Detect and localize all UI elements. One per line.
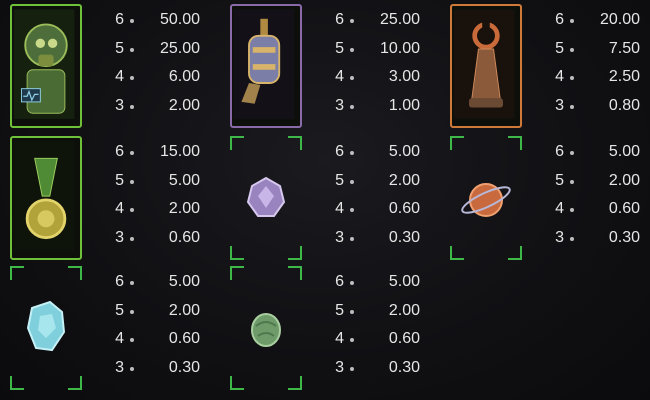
- copper-tower-pays: 6 20.00 5 7.50 4 2.50 3 0.80: [550, 6, 650, 120]
- pay-row: 5 10.00: [335, 39, 420, 57]
- robot-diver-pays: 6 50.00 5 25.00 4 6.00 3 2.00: [110, 6, 220, 120]
- lantern-device-pays: 6 25.00 5 10.00 4 3.00 3 1.00: [330, 6, 440, 120]
- green-rock-pays: 6 5.00 5 2.00 4 0.60 3 0.30: [330, 268, 440, 382]
- orange-planet-pays: 6 5.00 5 2.00 4 0.60 3 0.30: [550, 138, 650, 252]
- lantern-device-symbol-icon: [230, 4, 302, 128]
- paytable-entry-green-rock: 6 5.00 5 2.00 4 0.60 3 0.30: [220, 262, 440, 392]
- pay-row: 3 2.00: [115, 96, 200, 114]
- pay-row: 6 5.00: [335, 273, 420, 290]
- pay-row: 3 0.30: [555, 228, 640, 246]
- copper-tower-symbol-icon: [450, 4, 522, 128]
- green-medal-pays: 6 15.00 5 5.00 4 2.00 3 0.60: [110, 138, 220, 252]
- pay-row: 5 2.00: [335, 171, 420, 189]
- pay-row: 6 5.00: [335, 143, 420, 160]
- pay-row: 5 2.00: [555, 171, 640, 189]
- purple-crystal-symbol-icon: [230, 136, 302, 260]
- pay-row: 5 2.00: [335, 301, 420, 319]
- paytable-entry-purple-crystal: 6 5.00 5 2.00 4 0.60 3 0.30: [220, 132, 440, 262]
- pay-row: 3 1.00: [335, 96, 420, 114]
- green-medal-symbol-icon: [10, 136, 82, 260]
- pay-row: 6 15.00: [115, 143, 200, 160]
- pay-row: 4 0.60: [335, 330, 420, 347]
- pay-row: 4 6.00: [115, 68, 200, 85]
- pay-row: 4 2.00: [115, 200, 200, 217]
- pay-row: 4 2.50: [555, 68, 640, 85]
- pay-row: 5 25.00: [115, 39, 200, 57]
- pay-row: 5 7.50: [555, 39, 640, 57]
- pay-row: 4 0.60: [115, 330, 200, 347]
- orange-planet-symbol-icon: [450, 136, 522, 260]
- pay-row: 4 0.60: [335, 200, 420, 217]
- paytable-entry-orange-planet: 6 5.00 5 2.00 4 0.60 3 0.30: [440, 132, 650, 262]
- paytable-entry-copper-tower: 6 20.00 5 7.50 4 2.50 3 0.80: [440, 0, 650, 130]
- pay-row: 4 3.00: [335, 68, 420, 85]
- paytable-entry-lantern-device: 6 25.00 5 10.00 4 3.00 3 1.00: [220, 0, 440, 130]
- pay-row: 5 2.00: [115, 301, 200, 319]
- pay-row: 5 5.00: [115, 171, 200, 189]
- pay-row: 6 50.00: [115, 11, 200, 28]
- pay-row: 3 0.30: [335, 228, 420, 246]
- pay-row: 6 5.00: [555, 143, 640, 160]
- pay-row: 4 0.60: [555, 200, 640, 217]
- paytable-entry-blue-crystal: 6 5.00 5 2.00 4 0.60 3 0.30: [0, 262, 220, 392]
- paytable-entry-robot-diver: 6 50.00 5 25.00 4 6.00 3 2.00: [0, 0, 220, 130]
- pay-row: 3 0.30: [115, 358, 200, 376]
- pay-row: 3 0.80: [555, 96, 640, 114]
- robot-diver-symbol-icon: [10, 4, 82, 128]
- green-rock-symbol-icon: [230, 266, 302, 390]
- purple-crystal-pays: 6 5.00 5 2.00 4 0.60 3 0.30: [330, 138, 440, 252]
- pay-row: 3 0.30: [335, 358, 420, 376]
- blue-crystal-symbol-icon: [10, 266, 82, 390]
- pay-row: 6 20.00: [555, 11, 640, 28]
- paytable-entry-green-medal: 6 15.00 5 5.00 4 2.00 3 0.60: [0, 132, 220, 262]
- pay-row: 3 0.60: [115, 228, 200, 246]
- pay-row: 6 25.00: [335, 11, 420, 28]
- blue-crystal-pays: 6 5.00 5 2.00 4 0.60 3 0.30: [110, 268, 220, 382]
- pay-row: 6 5.00: [115, 273, 200, 290]
